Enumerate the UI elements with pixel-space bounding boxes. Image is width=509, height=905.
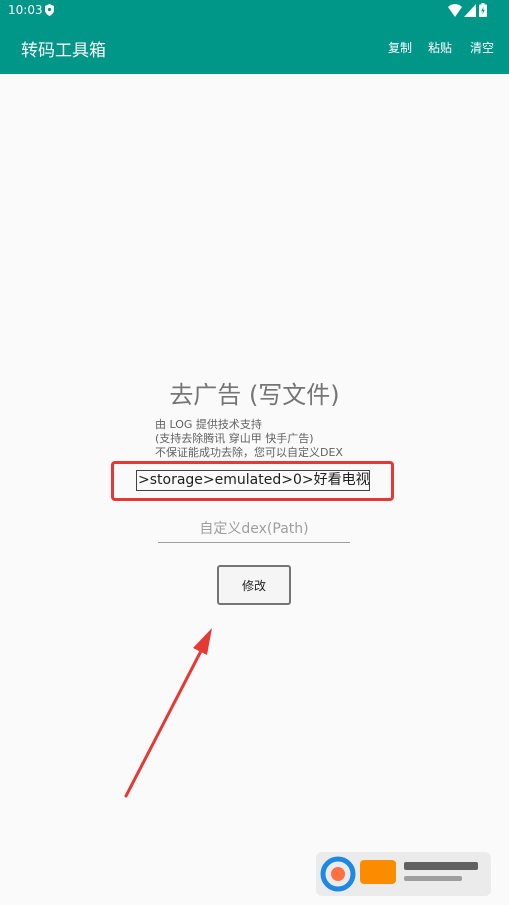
battery-icon: [479, 3, 487, 17]
app-bar: 转码工具箱 复制 粘贴 清空: [0, 22, 509, 74]
description-line: (支持去除腾讯 穿山甲 快手广告): [155, 432, 314, 445]
modify-button[interactable]: 修改: [217, 565, 291, 605]
description-line: 不保证能成功去除，您可以自定义DEX: [155, 446, 343, 459]
status-time: 10:03: [8, 3, 43, 17]
description-line: 由 LOG 提供技术支持: [155, 418, 262, 431]
path-display[interactable]: >storage>emulated>0>好看电视: [136, 470, 370, 491]
status-bar: 10:03: [0, 0, 509, 22]
watermark-logo: [316, 852, 491, 896]
custom-dex-path-input[interactable]: [158, 516, 350, 543]
page-title: 去广告 (写文件): [169, 381, 340, 409]
signal-icon: [464, 4, 476, 17]
shield-icon: [45, 4, 54, 16]
app-title: 转码工具箱: [21, 41, 106, 61]
copy-button[interactable]: 复制: [388, 39, 412, 56]
clear-button[interactable]: 清空: [470, 39, 494, 56]
wifi-icon: [448, 4, 462, 17]
paste-button[interactable]: 粘贴: [428, 39, 452, 56]
